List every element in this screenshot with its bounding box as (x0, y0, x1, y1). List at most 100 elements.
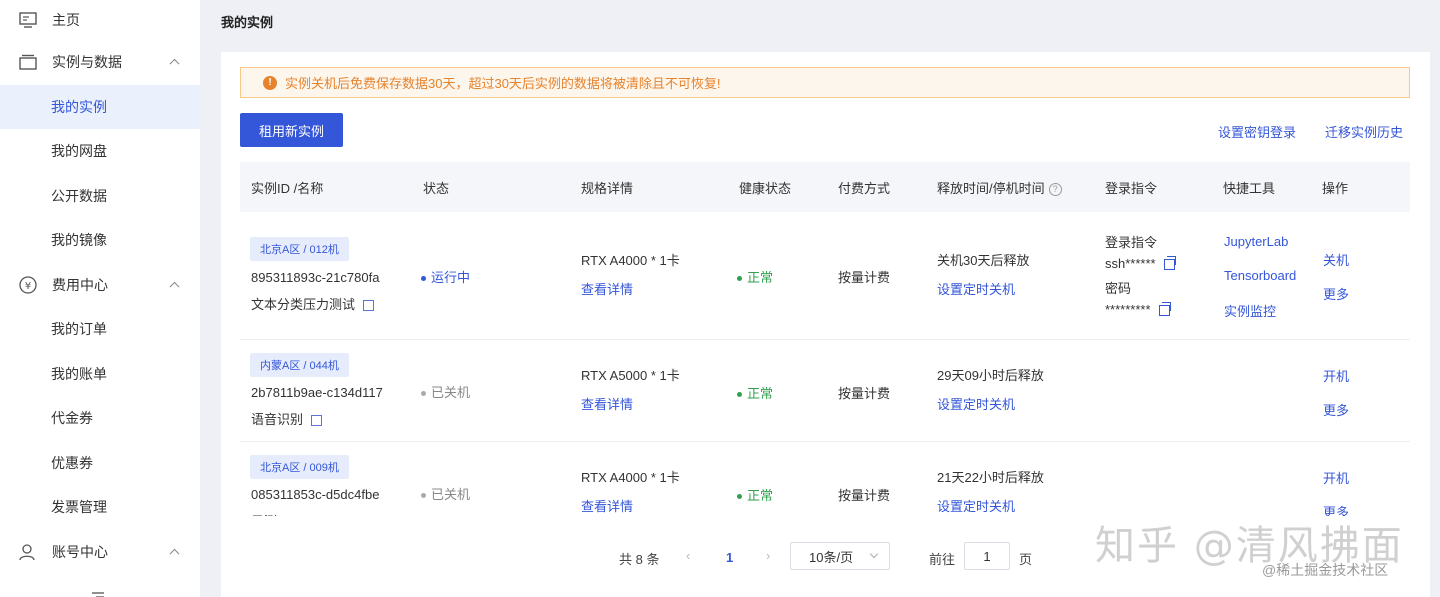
instance-monitor-link[interactable]: 实例监控 (1224, 301, 1276, 320)
sidebar-item-label: 公开数据 (51, 187, 107, 204)
sidebar-item-label: 我的实例 (51, 98, 107, 115)
release-time: 29天09小时后释放 (937, 368, 1044, 383)
start-button[interactable]: 开机 (1323, 366, 1349, 385)
jupyterlab-link[interactable]: JupyterLab (1224, 234, 1288, 249)
billing-type: 按量计费 (838, 488, 891, 503)
help-icon[interactable]: ? (1048, 182, 1062, 196)
copy-icon[interactable] (1163, 256, 1176, 271)
instances-table: 实例ID /名称 状态 规格详情 健康状态 付费方式 释放时间/停机时间? 登录… (240, 162, 1410, 516)
table-row: 北京A区 / 009机 085311853c-d5dc4fbe 目测 已关机 R… (240, 442, 1410, 516)
schedule-shutdown-link[interactable]: 设置定时关机 (937, 279, 1015, 298)
sidebar-item-public-data[interactable]: 公开数据 (0, 174, 200, 219)
shutdown-button[interactable]: 关机 (1323, 250, 1349, 269)
sidebar-item-home[interactable]: 主页 (0, 0, 200, 40)
more-button[interactable]: 更多 (1323, 400, 1349, 419)
ssh-key-login-link[interactable]: 设置密钥登录 (1218, 122, 1296, 141)
rent-new-instance-button[interactable]: 租用新实例 (240, 113, 343, 147)
instance-name-cell: 目测 (251, 511, 296, 516)
sidebar-item-label: 代金券 (51, 410, 93, 427)
monitor-icon (18, 10, 38, 30)
status-text: 运行中 (431, 270, 471, 285)
sidebar-item-my-bills[interactable]: 我的账单 (0, 352, 200, 397)
data-retention-notice: ! 实例关机后免费保存数据30天，超过30天后实例的数据将被清除且不可恢复! (240, 67, 1410, 98)
chevron-up-icon (169, 548, 180, 559)
instance-id: 2b7811b9ae-c134d117 (251, 385, 383, 400)
health-dot-icon (737, 494, 742, 500)
sidebar-item-label: 发票管理 (51, 499, 107, 516)
yen-icon: ¥ (18, 275, 38, 295)
header-billing: 付费方式 (838, 180, 891, 196)
instance-name-cell: 文本分类压力测试 (251, 294, 375, 313)
page-size-select[interactable]: 10条/页 (790, 542, 890, 570)
spec-text: RTX A4000 * 1卡 (581, 253, 680, 268)
instance-name-cell: 语音识别 (251, 409, 323, 428)
goto-label: 前往 (929, 552, 956, 567)
health-text: 正常 (747, 270, 774, 285)
page-size-value: 10条/页 (809, 549, 854, 565)
view-spec-details-link[interactable]: 查看详情 (581, 394, 633, 413)
login-label: 登录指令 (1105, 235, 1158, 250)
status-stopped: 已关机 (421, 484, 470, 503)
sidebar-item-my-disk[interactable]: 我的网盘 (0, 129, 200, 174)
sidebar-item-label: 我的网盘 (51, 143, 107, 160)
header-spec: 规格详情 (581, 180, 634, 196)
svg-text:¥: ¥ (25, 281, 31, 292)
table-body: 北京A区 / 012机 895311893c-21c780fa 文本分类压力测试… (240, 212, 1410, 516)
sidebar-item-invoices[interactable]: 发票管理 (0, 485, 200, 530)
release-time: 关机30天后释放 (937, 253, 1030, 268)
schedule-shutdown-link[interactable]: 设置定时关机 (937, 394, 1015, 413)
instance-name: 文本分类压力测试 (251, 297, 356, 312)
status-dot-icon (421, 276, 426, 282)
table-row: 北京A区 / 012机 895311893c-21c780fa 文本分类压力测试… (240, 212, 1410, 340)
sidebar-item-my-orders[interactable]: 我的订单 (0, 307, 200, 352)
header-release-time: 释放时间/停机时间? (937, 178, 1062, 197)
notice-text: 实例关机后免费保存数据30天，超过30天后实例的数据将被清除且不可恢复! (285, 76, 721, 91)
sidebar-item-my-instances[interactable]: 我的实例 (0, 84, 200, 129)
instance-name: 目测 (251, 514, 277, 516)
region-tag: 北京A区 / 009机 (250, 455, 349, 479)
goto-page-input[interactable]: 1 (964, 542, 1010, 570)
sidebar-item-vouchers[interactable]: 代金券 (0, 396, 200, 441)
password-cell: ********* (1105, 302, 1171, 317)
edit-icon[interactable] (311, 415, 323, 427)
next-page-icon[interactable]: › (766, 548, 770, 563)
edit-icon[interactable] (363, 300, 375, 312)
region-tag: 北京A区 / 012机 (250, 237, 349, 261)
collapse-sidebar-icon[interactable] (90, 587, 106, 597)
tensorboard-link[interactable]: Tensorboard (1224, 268, 1296, 283)
view-spec-details-link[interactable]: 查看详情 (581, 279, 633, 298)
migrate-history-link[interactable]: 迁移实例历史 (1325, 122, 1403, 141)
login-cmd-cell: ssh****** (1105, 256, 1176, 271)
sidebar-item-account-center[interactable]: 账号中心 (0, 530, 200, 575)
health-status: 正常 (737, 267, 773, 286)
start-button[interactable]: 开机 (1323, 468, 1349, 487)
billing-type: 按量计费 (838, 386, 891, 401)
status-stopped: 已关机 (421, 382, 470, 401)
chevron-up-icon (169, 281, 180, 292)
more-button[interactable]: 更多 (1323, 284, 1349, 303)
spec-text: RTX A5000 * 1卡 (581, 368, 680, 383)
instance-name: 语音识别 (251, 412, 304, 427)
table-header: 实例ID /名称 状态 规格详情 健康状态 付费方式 释放时间/停机时间? 登录… (240, 162, 1410, 212)
chevron-down-icon (869, 549, 879, 559)
sidebar-item-billing-center[interactable]: ¥ 费用中心 (0, 263, 200, 308)
status-running: 运行中 (421, 267, 470, 286)
header-status: 状态 (423, 180, 450, 196)
page-title: 我的实例 (221, 15, 274, 30)
sidebar-item-instances-data[interactable]: 实例与数据 (0, 40, 200, 85)
release-time: 21天22小时后释放 (937, 470, 1044, 485)
status-dot-icon (421, 391, 426, 397)
copy-icon[interactable] (1158, 302, 1171, 317)
header-login-cmd: 登录指令 (1105, 180, 1158, 196)
view-spec-details-link[interactable]: 查看详情 (581, 496, 633, 515)
sidebar-item-my-images[interactable]: 我的镜像 (0, 218, 200, 263)
prev-page-icon[interactable]: ‹ (686, 548, 690, 563)
page-number-current[interactable]: 1 (726, 550, 733, 565)
billing-type: 按量计费 (838, 270, 891, 285)
schedule-shutdown-link[interactable]: 设置定时关机 (937, 496, 1015, 515)
health-dot-icon (737, 276, 742, 282)
sidebar-item-coupons[interactable]: 优惠券 (0, 441, 200, 486)
sidebar-item-label: 账号中心 (52, 543, 108, 560)
sidebar-item-label: 主页 (52, 12, 80, 28)
warning-icon: ! (263, 75, 277, 90)
